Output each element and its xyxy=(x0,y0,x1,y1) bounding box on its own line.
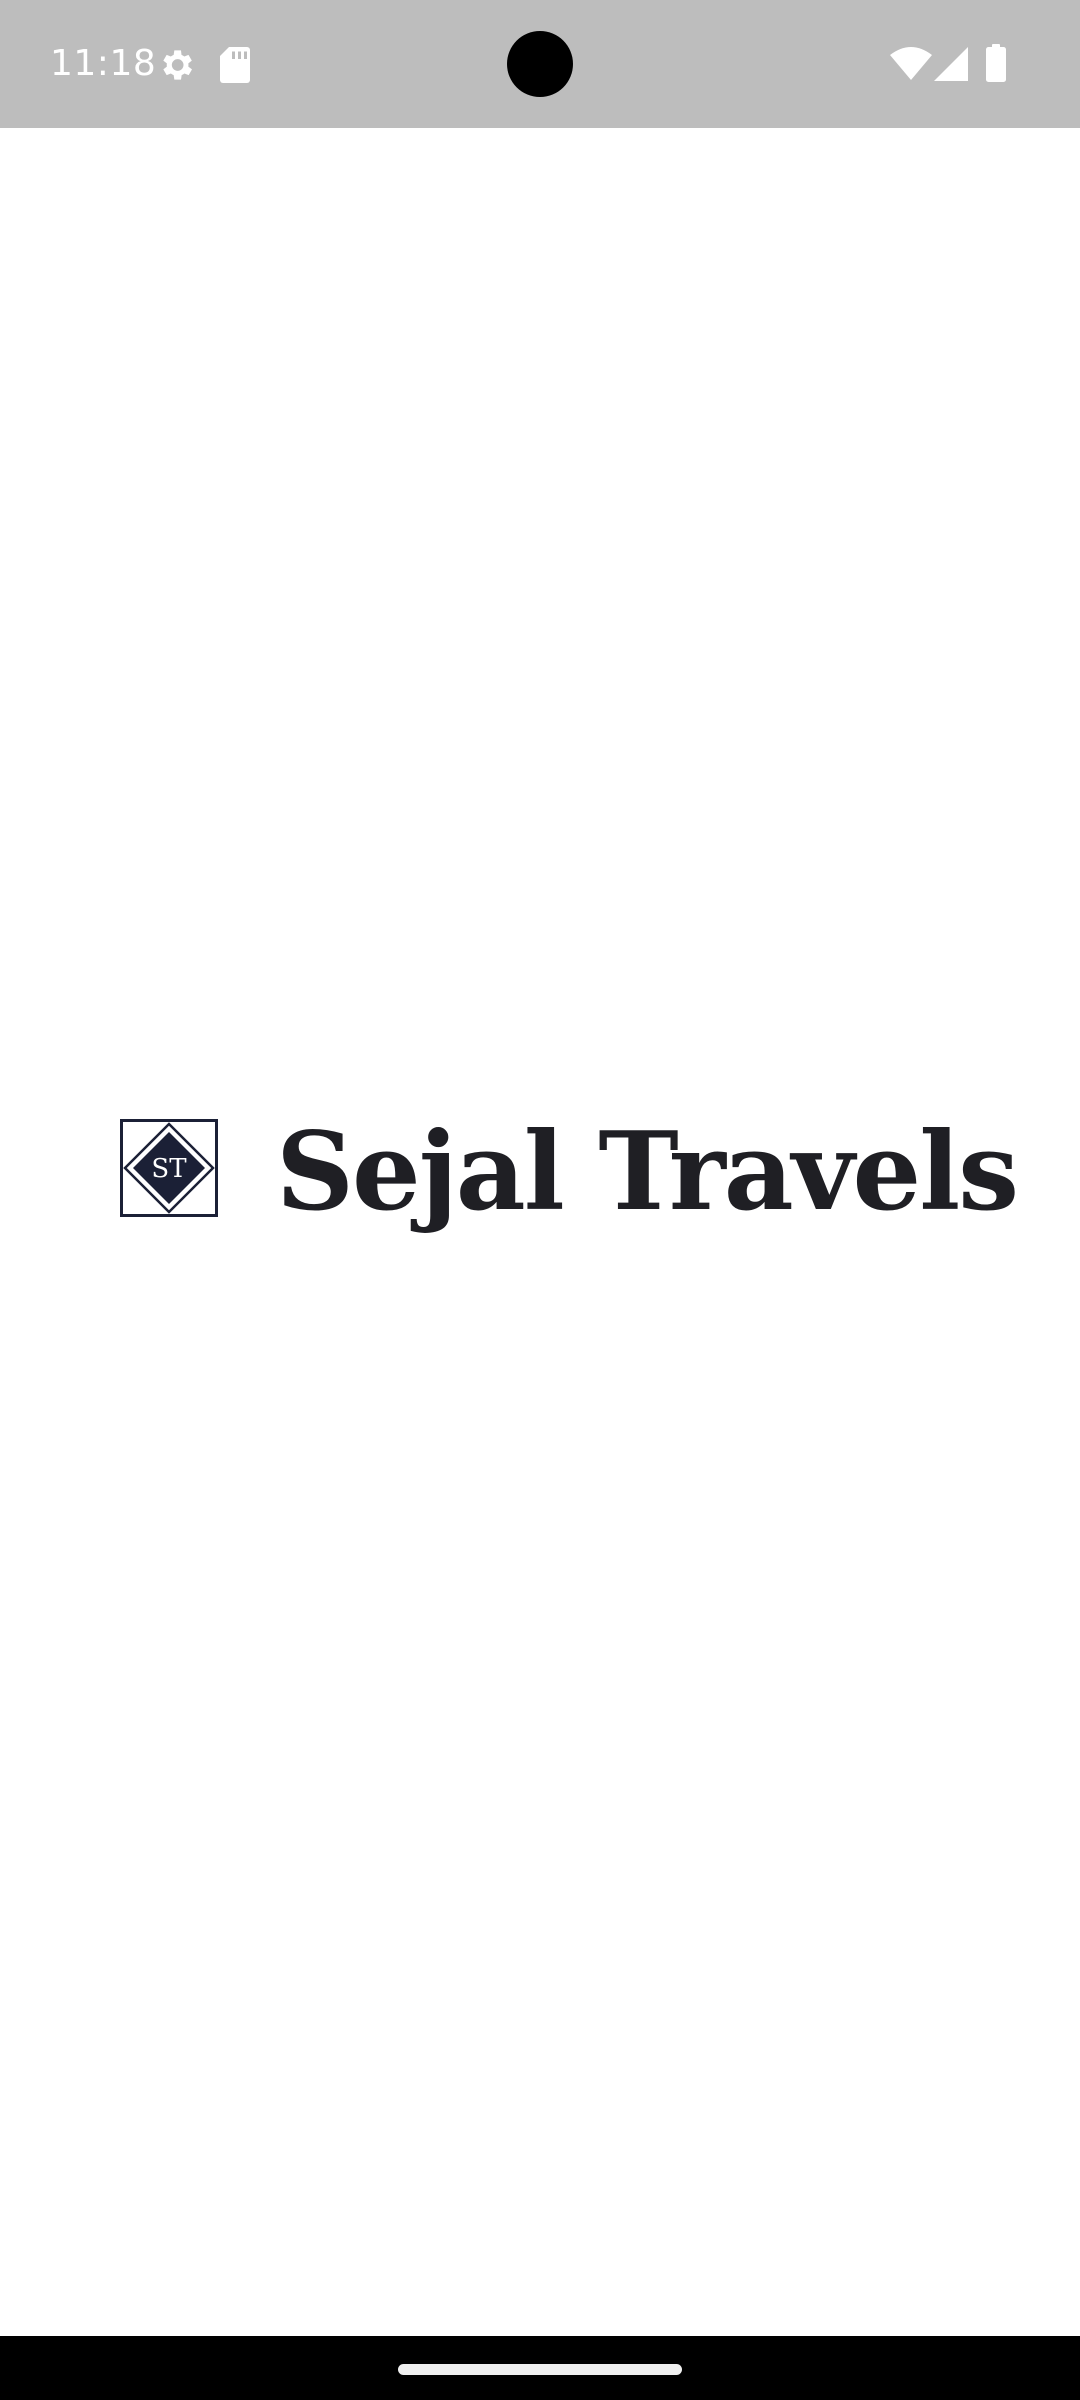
brand-logo-icon: ST xyxy=(120,1119,218,1217)
battery-icon xyxy=(986,44,1006,82)
sd-card-icon xyxy=(220,47,250,83)
logo-monogram: ST xyxy=(151,1154,187,1184)
settings-icon xyxy=(163,50,192,80)
home-gesture-handle[interactable] xyxy=(398,2364,682,2375)
brand-lockup: ST Sejal Travels xyxy=(120,1117,1019,1227)
status-time: 11:18 xyxy=(50,43,157,84)
cell-signal-icon xyxy=(934,47,968,81)
navigation-bar xyxy=(0,2336,1080,2400)
app-name: Sejal Travels xyxy=(276,1109,1019,1235)
status-bar: 11:18 xyxy=(0,0,1080,128)
camera-cutout xyxy=(507,31,573,97)
wifi-icon xyxy=(890,47,932,80)
